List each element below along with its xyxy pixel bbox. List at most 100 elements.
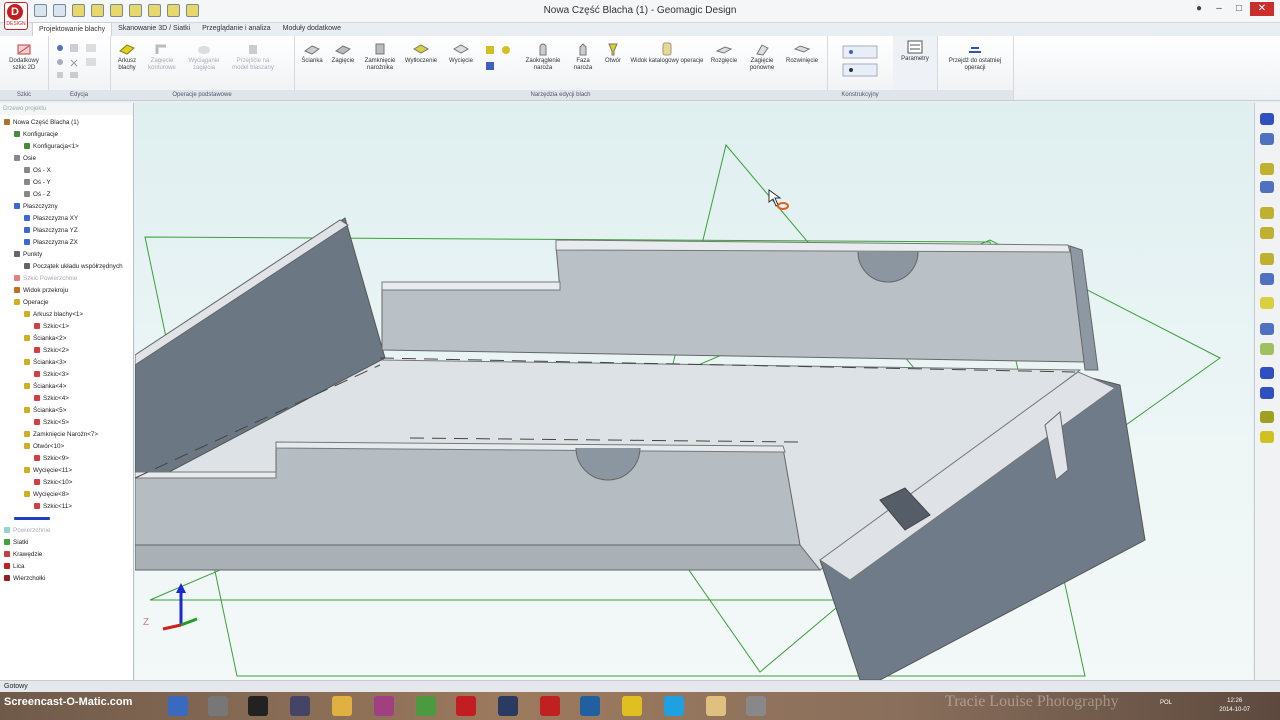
zoom-icon[interactable] xyxy=(1260,253,1274,265)
tree-item[interactable]: Szkic Powierzchnie xyxy=(0,273,77,285)
wireframe-icon[interactable] xyxy=(1260,227,1274,239)
tree-item[interactable]: Arkusz blachy<1> xyxy=(0,309,83,321)
tree-item[interactable]: Płaszczyzna ZX xyxy=(0,237,78,249)
tree-item[interactable]: Wycięcie<8> xyxy=(0,489,69,501)
taskbar-blender-icon[interactable] xyxy=(248,696,268,716)
tree-item[interactable]: Szkic<5> xyxy=(0,417,69,429)
tree-item[interactable]: Otwór<10> xyxy=(0,441,64,453)
tree-item-icon xyxy=(14,299,20,306)
lofted-bend-button[interactable]: Wyciąganie zagięcia xyxy=(184,42,224,72)
tree-item[interactable]: Osie xyxy=(0,153,36,165)
taskbar-ie-icon[interactable] xyxy=(168,696,188,716)
rebend-button[interactable]: Zagięcie ponowne xyxy=(744,42,780,72)
tree-item[interactable]: Szkic<9> xyxy=(0,453,69,465)
tree-item[interactable]: Operacje xyxy=(0,297,49,309)
tree-item[interactable]: Płaszczyzna XY xyxy=(0,213,78,225)
sheet-metal-button[interactable]: Arkusz blachy xyxy=(114,42,140,72)
tab-scanning[interactable]: Skanowanie 3D / Siatki xyxy=(112,22,196,36)
corner-round-button[interactable]: Zaokrąglenie naroża xyxy=(522,42,564,72)
taskbar-design-icon[interactable] xyxy=(456,696,476,716)
tab-addons[interactable]: Moduły dodatkowe xyxy=(277,22,347,36)
tab-sheet-metal[interactable]: Projektowanie blachy xyxy=(32,22,113,36)
tree-item[interactable]: Wycięcie<11> xyxy=(0,465,72,477)
tree-item[interactable]: Oś - X xyxy=(0,165,51,177)
taskbar-skype-icon[interactable] xyxy=(664,696,684,716)
taskbar-gear-icon[interactable] xyxy=(208,696,228,716)
tree-item[interactable]: Początek układu współrzędnych xyxy=(0,261,123,273)
minimize-button[interactable]: – xyxy=(1210,2,1228,16)
tree-item[interactable]: Płaszczyzna YZ xyxy=(0,225,78,237)
goto-last-feature-button[interactable]: Przejdź do ostatniej operacji xyxy=(941,42,1009,72)
tree-item[interactable]: Nowa Część Blacha (1) xyxy=(0,117,79,129)
clock[interactable]: 12:26 2014-10-07 xyxy=(1219,697,1250,715)
unbend-button[interactable]: Rozgięcie xyxy=(706,42,742,65)
corner-chamfer-button[interactable]: Faza naroża xyxy=(568,42,598,72)
tree-item[interactable]: Siatki xyxy=(0,537,28,549)
tree-item[interactable] xyxy=(0,513,53,525)
tree-item[interactable]: Płaszczyzny xyxy=(0,201,58,213)
tree-item[interactable]: Ścianka<2> xyxy=(0,333,66,345)
taskbar-tool-icon[interactable] xyxy=(290,696,310,716)
shaded-icon[interactable] xyxy=(1260,207,1274,219)
contour-flange-button[interactable]: Zagięcie konturowe xyxy=(144,42,180,72)
tree-item[interactable]: Zamknięcie Narożn<7> xyxy=(0,429,98,441)
tree-item[interactable]: Oś - Z xyxy=(0,189,51,201)
flatten-button[interactable]: Rozwinięcie xyxy=(782,42,822,65)
tree-item[interactable]: Widok przekroju xyxy=(0,285,68,297)
appearance-icon[interactable] xyxy=(1260,367,1274,379)
camera-icon[interactable] xyxy=(1260,411,1274,423)
parameters-button[interactable]: Parametry xyxy=(895,40,935,63)
tree-item[interactable]: Ścianka<4> xyxy=(0,381,66,393)
tree-item[interactable]: Szkic<11> xyxy=(0,501,72,513)
view-iso-icon[interactable] xyxy=(1260,113,1274,125)
taskbar-settings-icon[interactable] xyxy=(746,696,766,716)
close-button[interactable]: ✕ xyxy=(1250,2,1274,16)
taskbar-media-icon[interactable] xyxy=(580,696,600,716)
tree-item[interactable]: Oś - Y xyxy=(0,177,51,189)
taskbar-folder-icon[interactable] xyxy=(332,696,352,716)
taskbar-folder2-icon[interactable] xyxy=(706,696,726,716)
tree-item[interactable]: Szkic<4> xyxy=(0,393,69,405)
tree-item[interactable]: Szkic<3> xyxy=(0,369,69,381)
view-front-icon[interactable] xyxy=(1260,133,1274,145)
tree-item[interactable]: Powierzchnie xyxy=(0,525,50,537)
measure-icon[interactable] xyxy=(1260,343,1274,355)
tree-item[interactable]: Konfiguracje xyxy=(0,129,58,141)
section-icon[interactable] xyxy=(1260,323,1274,335)
taskbar-monitor-icon[interactable] xyxy=(498,696,518,716)
hole-button[interactable]: Otwór xyxy=(600,42,626,65)
language-indicator[interactable]: POL xyxy=(1160,700,1172,706)
tab-review[interactable]: Przeglądanie i analiza xyxy=(196,22,277,36)
taskbar-v-icon[interactable] xyxy=(622,696,642,716)
close-corner-button[interactable]: Zamknięcie narożnika xyxy=(360,42,400,72)
help-icon[interactable]: ● xyxy=(1190,2,1208,16)
taskbar-chrome-icon[interactable] xyxy=(416,696,436,716)
rotate-icon[interactable] xyxy=(1260,297,1274,309)
tree-item[interactable]: Krawędzie xyxy=(0,549,42,561)
add-sketch-button[interactable]: Dodatkowy szkic 2D xyxy=(4,42,44,72)
view-top-icon[interactable] xyxy=(1260,163,1274,175)
convert-sheet-button[interactable]: Przejście na model blaszany xyxy=(228,42,278,72)
tree-item[interactable]: Szkic<1> xyxy=(0,321,69,333)
cut-button[interactable]: Wycięcie xyxy=(444,42,478,65)
3d-viewport[interactable]: Z xyxy=(135,103,1253,680)
tree-item[interactable]: Szkic<10> xyxy=(0,477,72,489)
taskbar-bow-icon[interactable] xyxy=(374,696,394,716)
tree-item[interactable]: Ścianka<3> xyxy=(0,357,66,369)
catalog-feature-button[interactable]: Widok katalogowy operacje xyxy=(630,42,704,65)
flange-button[interactable]: Ścianka xyxy=(296,42,328,65)
taskbar-word-icon[interactable] xyxy=(540,696,560,716)
maximize-button[interactable]: □ xyxy=(1230,2,1248,16)
bend-button[interactable]: Zagięcie xyxy=(328,42,358,65)
tree-item[interactable]: Szkic<2> xyxy=(0,345,69,357)
pan-icon[interactable] xyxy=(1260,273,1274,285)
tree-item[interactable]: Konfiguracja<1> xyxy=(0,141,79,153)
tree-item[interactable]: Ścianka<5> xyxy=(0,405,66,417)
tree-item[interactable]: Wierzchołki xyxy=(0,573,45,585)
render-icon[interactable] xyxy=(1260,387,1274,399)
tree-item[interactable]: Punkty xyxy=(0,249,42,261)
tree-item[interactable]: Lica xyxy=(0,561,25,573)
view-right-icon[interactable] xyxy=(1260,181,1274,193)
emboss-button[interactable]: Wytłoczenie xyxy=(402,42,440,65)
box-icon[interactable] xyxy=(1260,431,1274,443)
